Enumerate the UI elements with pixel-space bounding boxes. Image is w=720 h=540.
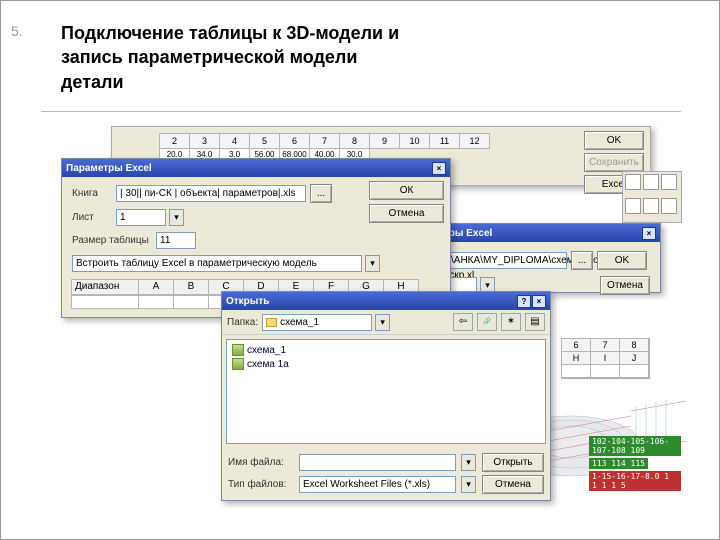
- browse-button[interactable]: ...: [310, 184, 332, 203]
- sheet-input[interactable]: 1: [116, 209, 166, 226]
- col-header: 6: [561, 338, 591, 352]
- chevron-down-icon[interactable]: ▾: [365, 255, 380, 272]
- col-letter: А: [138, 279, 174, 295]
- back-icon[interactable]: ⇦: [453, 313, 473, 331]
- ok-button[interactable]: OK: [584, 131, 644, 150]
- save-button[interactable]: Сохранить: [584, 153, 644, 172]
- chevron-down-icon[interactable]: ▾: [461, 454, 476, 471]
- label-book: Книга: [72, 188, 112, 199]
- col-letter: В: [173, 279, 209, 295]
- col-header: 7: [590, 338, 620, 352]
- window-title: Открыть: [226, 296, 269, 307]
- filetype-select[interactable]: Excel Worksheet Files (*.xls): [299, 476, 456, 493]
- label-filename: Имя файла:: [228, 457, 293, 468]
- help-icon[interactable]: ?: [517, 295, 531, 308]
- cell: [561, 364, 591, 378]
- label-folder: Папка:: [227, 317, 258, 328]
- label-size: Размер таблицы: [72, 235, 152, 246]
- cancel-button[interactable]: Отмена: [600, 276, 650, 295]
- size-input[interactable]: 11: [156, 232, 196, 249]
- tag-red: 1-15-16-17-8.0 1 1 1 1 5: [589, 471, 681, 491]
- chevron-down-icon[interactable]: ▾: [169, 209, 184, 226]
- excel-file-icon: [232, 358, 244, 370]
- col-header: 8: [339, 133, 370, 149]
- list-item[interactable]: схема_1: [232, 343, 540, 357]
- cancel-button[interactable]: Отмена: [482, 475, 544, 494]
- dimension-tags: 102-104-105-106-107-108 109 113 114 115 …: [589, 436, 681, 493]
- cell: [590, 364, 620, 378]
- col-header: 5: [249, 133, 280, 149]
- window-title: Параметры Excel: [66, 163, 152, 174]
- file-list[interactable]: схема_1 схема 1а: [226, 339, 546, 444]
- close-icon[interactable]: ×: [432, 162, 446, 175]
- tag-green: 102-104-105-106-107-108 109: [589, 436, 681, 456]
- col-header: 2: [159, 133, 190, 149]
- col-header: 9: [369, 133, 400, 149]
- tool-icon[interactable]: [661, 198, 677, 214]
- label-filetype: Тип файлов:: [228, 479, 293, 490]
- col-header: 8: [619, 338, 649, 352]
- open-button[interactable]: Открыть: [482, 453, 544, 472]
- folder-icon: [266, 318, 277, 327]
- tag-green: 113 114 115: [589, 458, 648, 469]
- new-folder-icon[interactable]: ✶: [501, 313, 521, 331]
- excel-file-icon: [232, 344, 244, 356]
- list-item[interactable]: схема 1а: [232, 357, 540, 371]
- col-letter: H: [561, 351, 591, 365]
- ok-button[interactable]: OK: [597, 251, 647, 270]
- folder-select[interactable]: схема_1: [262, 314, 372, 331]
- tool-icon[interactable]: [661, 174, 677, 190]
- close-icon[interactable]: ×: [532, 295, 546, 308]
- column-headers: 2 3 4 5 6 7 8 9 10 11 12: [160, 133, 650, 149]
- screenshot-canvas: 2 3 4 5 6 7 8 9 10 11 12 20.0 34.0 3.0 5…: [61, 126, 681, 521]
- tool-icon[interactable]: [643, 174, 659, 190]
- tool-icon[interactable]: [625, 198, 641, 214]
- label-sheet: Лист: [72, 212, 112, 223]
- title-rule: [41, 111, 681, 112]
- cancel-button[interactable]: Отмена: [369, 204, 444, 223]
- tool-icon[interactable]: [625, 174, 641, 190]
- col-letter: I: [590, 351, 620, 365]
- chevron-down-icon[interactable]: ▾: [461, 476, 476, 493]
- path-input[interactable]: D:\АНКА\MY_DIPLOMA\схема_1\от 2\скр.xl: [437, 252, 567, 269]
- col-header: 10: [399, 133, 430, 149]
- chevron-down-icon[interactable]: ▾: [375, 314, 390, 331]
- col-header: 4: [219, 133, 250, 149]
- up-icon[interactable]: ⮵: [477, 313, 497, 331]
- col-header: 6: [279, 133, 310, 149]
- close-icon[interactable]: ×: [642, 227, 656, 240]
- bullet-number: 5.: [11, 23, 23, 39]
- tool-icon[interactable]: [643, 198, 659, 214]
- params-excel-b-window: метры Excel × D:\АНКА\MY_DIPLOMA\схема_1…: [426, 223, 661, 293]
- file-open-dialog: Открыть ? × Папка: схема_1 ▾ ⇦ ⮵ ✶ ▤: [221, 291, 551, 501]
- col-header: 7: [309, 133, 340, 149]
- page-title: Подключение таблицы к 3D-модели и запись…: [61, 21, 411, 94]
- cell: [619, 364, 649, 378]
- col-header: 11: [429, 133, 460, 149]
- icon-toolbar: [622, 171, 682, 223]
- views-icon[interactable]: ▤: [525, 313, 545, 331]
- col-letter: J: [619, 351, 649, 365]
- row-label: Диапазон пер.: [71, 279, 139, 295]
- book-input[interactable]: | 30|| пи-СК | объекта| параметров|.xls: [116, 185, 306, 202]
- ok-button[interactable]: ОК: [369, 181, 444, 200]
- table-fragment: 6 7 8 H I J: [561, 338, 650, 379]
- col-header: 3: [189, 133, 220, 149]
- filename-input[interactable]: [299, 454, 456, 471]
- col-header: 12: [459, 133, 490, 149]
- embed-select[interactable]: Встроить таблицу Excel в параметрическую…: [72, 255, 362, 272]
- browse-button[interactable]: ...: [571, 251, 593, 270]
- folder-name: схема_1: [280, 315, 319, 330]
